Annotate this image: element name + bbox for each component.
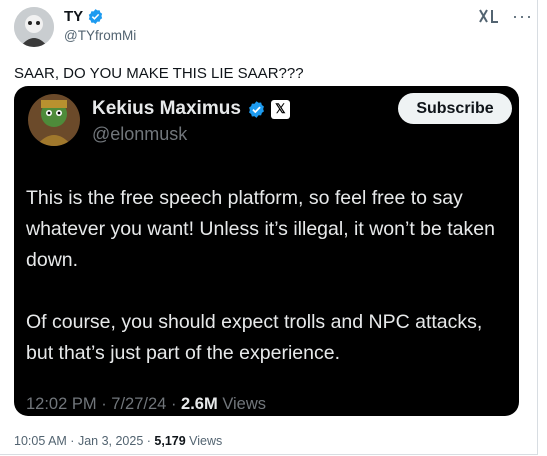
quoted-tweet-body: This is the free speech platform, so fee… [26, 183, 511, 400]
top-actions: ··· [478, 7, 533, 25]
tweet-date[interactable]: Jan 3, 2025 [78, 434, 143, 448]
tweet-text: SAAR, DO YOU MAKE THIS LIE SAAR??? [14, 65, 304, 82]
author-name[interactable]: TY [64, 8, 83, 25]
quoted-views-count: 2.6M [181, 395, 218, 413]
quoted-time[interactable]: 12:02 PM [26, 395, 97, 413]
tweet-views-count: 5,179 [154, 434, 186, 448]
tweet-meta: 10:05 AM · Jan 3, 2025 · 5,179 Views [14, 434, 223, 448]
verified-badge-icon [87, 8, 104, 25]
quoted-paragraph-1: This is the free speech platform, so fee… [26, 187, 495, 271]
author-avatar[interactable] [14, 7, 54, 47]
verified-badge-icon [247, 100, 266, 119]
quoted-name-row[interactable]: Kekius Maximus 𝕏 [92, 98, 290, 120]
x-affiliate-badge-icon: 𝕏 [270, 99, 290, 119]
quoted-views-label: Views [222, 395, 267, 413]
subscribe-button[interactable]: Subscribe [398, 93, 512, 124]
more-icon[interactable]: ··· [512, 7, 533, 25]
quoted-paragraph-2: Of course, you should expect trolls and … [26, 311, 483, 364]
grok-icon[interactable] [478, 8, 500, 24]
quoted-date[interactable]: 7/27/24 [111, 395, 166, 413]
quoted-author-avatar[interactable] [28, 94, 80, 146]
quoted-tweet-meta: 12:02 PM · 7/27/24 · 2.6M Views [26, 395, 267, 413]
quoted-author-handle[interactable]: @elonmusk [92, 124, 187, 145]
quoted-tweet-card[interactable]: Kekius Maximus 𝕏 @elonmusk Subscribe Thi… [14, 86, 519, 416]
tweet-views-label: Views [189, 434, 223, 448]
tweet-time[interactable]: 10:05 AM [14, 434, 67, 448]
author-name-row[interactable]: TY [64, 8, 104, 25]
quoted-author-name[interactable]: Kekius Maximus [92, 98, 241, 120]
author-handle[interactable]: @TYfromMi [64, 28, 136, 43]
